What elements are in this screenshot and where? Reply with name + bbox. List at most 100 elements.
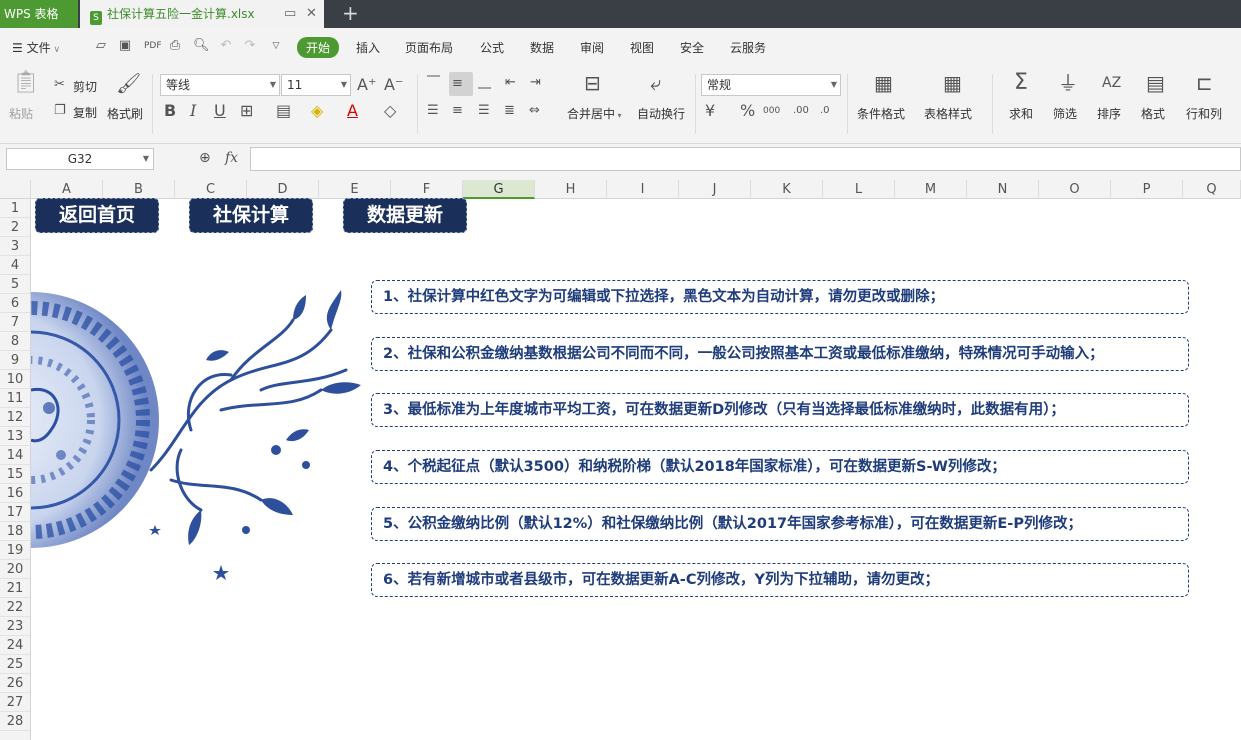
justify-icon[interactable]: ≣ [504, 102, 515, 120]
column-header-p[interactable]: P [1111, 180, 1183, 199]
tab-insert[interactable]: 插入 [356, 39, 380, 56]
decrease-indent-icon[interactable]: ⇤ [505, 74, 516, 92]
undo-icon[interactable]: ↶ [219, 39, 233, 53]
print-preview-icon[interactable]: 🔍︎ [193, 39, 210, 53]
row-header-2[interactable]: 2 [0, 218, 30, 237]
tab-data[interactable]: 数据 [530, 39, 554, 56]
column-header-a[interactable]: A [31, 180, 103, 199]
format-button[interactable]: 格式 [1141, 105, 1165, 122]
align-middle-icon[interactable]: ≡ [452, 75, 463, 93]
row-header-10[interactable]: 10 [0, 370, 30, 389]
row-header-21[interactable]: 21 [0, 579, 30, 598]
row-header-4[interactable]: 4 [0, 256, 30, 275]
row-header-12[interactable]: 12 [0, 408, 30, 427]
column-header-g[interactable]: G [463, 180, 535, 199]
tab-review[interactable]: 审阅 [580, 39, 604, 56]
tab-view[interactable]: 视图 [630, 39, 654, 56]
function-icon[interactable]: fx [225, 150, 238, 166]
decrease-decimal-icon[interactable]: .0 [820, 102, 830, 120]
column-header-c[interactable]: C [175, 180, 247, 199]
row-header-17[interactable]: 17 [0, 503, 30, 522]
row-header-18[interactable]: 18 [0, 522, 30, 541]
increase-decimal-icon[interactable]: .00 [793, 102, 809, 120]
cut-button[interactable]: 剪切 [73, 78, 97, 95]
column-header-f[interactable]: F [391, 180, 463, 199]
align-center-icon[interactable]: ≡ [452, 102, 463, 120]
row-header-23[interactable]: 23 [0, 617, 30, 636]
align-right-icon[interactable]: ☰ [478, 102, 490, 120]
row-header-16[interactable]: 16 [0, 484, 30, 503]
border-icon[interactable]: ⊞ [240, 102, 253, 120]
align-bottom-icon[interactable]: ⎽ [478, 74, 491, 92]
row-header-14[interactable]: 14 [0, 446, 30, 465]
row-header-27[interactable]: 27 [0, 693, 30, 712]
rows-cols-button[interactable]: 行和列 [1186, 105, 1222, 122]
fill-color-icon[interactable]: ◈ [311, 102, 323, 120]
row-header-13[interactable]: 13 [0, 427, 30, 446]
currency-icon[interactable]: ¥ [705, 102, 715, 120]
row-header-26[interactable]: 26 [0, 674, 30, 693]
document-tab[interactable]: S 社保计算五险一金计算.xlsx ▭ ✕ [80, 0, 324, 28]
row-header-8[interactable]: 8 [0, 332, 30, 351]
italic-icon[interactable]: I [190, 102, 196, 120]
align-top-icon[interactable]: ⎺ [427, 74, 440, 92]
row-header-20[interactable]: 20 [0, 560, 30, 579]
name-box[interactable]: G32 ▼ [6, 148, 154, 170]
row-header-6[interactable]: 6 [0, 294, 30, 313]
formula-input[interactable] [250, 147, 1241, 171]
font-color-icon[interactable]: A [347, 102, 358, 120]
clear-format-icon[interactable]: ◇ [384, 102, 396, 120]
font-name-select[interactable]: 等线 ▼ [160, 74, 280, 96]
bold-icon[interactable]: B [164, 102, 176, 120]
row-header-28[interactable]: 28 [0, 712, 30, 731]
customize-icon[interactable]: ▽ [269, 39, 283, 53]
row-header-11[interactable]: 11 [0, 389, 30, 408]
select-all-corner[interactable] [0, 180, 31, 199]
zoom-icon[interactable]: ⊕ [199, 150, 211, 166]
pdf-icon[interactable]: PDF [144, 39, 162, 53]
column-header-d[interactable]: D [247, 180, 319, 199]
table-style-button[interactable]: 表格样式 [924, 105, 972, 122]
column-header-m[interactable]: M [895, 180, 967, 199]
wrap-text-button[interactable]: 自动换行 [637, 105, 685, 122]
column-header-l[interactable]: L [823, 180, 895, 199]
merge-center-button[interactable]: 合并居中 ▾ [567, 105, 622, 122]
filter-button[interactable]: 筛选 [1053, 105, 1077, 122]
column-header-e[interactable]: E [319, 180, 391, 199]
column-header-q[interactable]: Q [1183, 180, 1241, 199]
increase-indent-icon[interactable]: ⇥ [530, 74, 541, 92]
row-header-15[interactable]: 15 [0, 465, 30, 484]
fill-pattern-icon[interactable]: ▤ [276, 102, 291, 120]
thousands-separator-icon[interactable]: 000 [763, 102, 780, 120]
back-home-button[interactable]: 返回首页 [35, 198, 159, 233]
distributed-icon[interactable]: ⇔ [529, 102, 540, 120]
column-header-j[interactable]: J [679, 180, 751, 199]
row-header-25[interactable]: 25 [0, 655, 30, 674]
app-tab[interactable]: WPS 表格 [0, 0, 78, 28]
decrease-font-icon[interactable]: A⁻ [384, 76, 403, 94]
tab-page-layout[interactable]: 页面布局 [405, 39, 453, 56]
paste-button[interactable]: 粘贴 [9, 105, 33, 122]
tab-security[interactable]: 安全 [680, 39, 704, 56]
row-header-1[interactable]: 1 [0, 199, 30, 218]
row-header-9[interactable]: 9 [0, 351, 30, 370]
column-header-b[interactable]: B [103, 180, 175, 199]
new-tab-button[interactable]: + [342, 0, 359, 26]
percent-icon[interactable]: % [740, 102, 755, 120]
column-header-i[interactable]: I [607, 180, 679, 199]
file-menu-button[interactable]: ☰ 文件 ∨ [12, 39, 60, 56]
row-header-3[interactable]: 3 [0, 237, 30, 256]
social-security-calc-button[interactable]: 社保计算 [189, 198, 313, 233]
row-header-22[interactable]: 22 [0, 598, 30, 617]
tab-formulas[interactable]: 公式 [480, 39, 504, 56]
sort-button[interactable]: 排序 [1097, 105, 1121, 122]
copy-button[interactable]: 复制 [73, 104, 97, 121]
column-header-o[interactable]: O [1039, 180, 1111, 199]
open-folder-icon[interactable]: ▱ [94, 39, 108, 53]
increase-font-icon[interactable]: A⁺ [357, 76, 376, 94]
sum-button[interactable]: 求和 [1009, 105, 1033, 122]
print-icon[interactable]: ⎙ [168, 39, 182, 53]
underline-icon[interactable]: U [214, 102, 226, 120]
column-header-h[interactable]: H [535, 180, 607, 199]
save-icon[interactable]: ▣ [118, 39, 132, 53]
